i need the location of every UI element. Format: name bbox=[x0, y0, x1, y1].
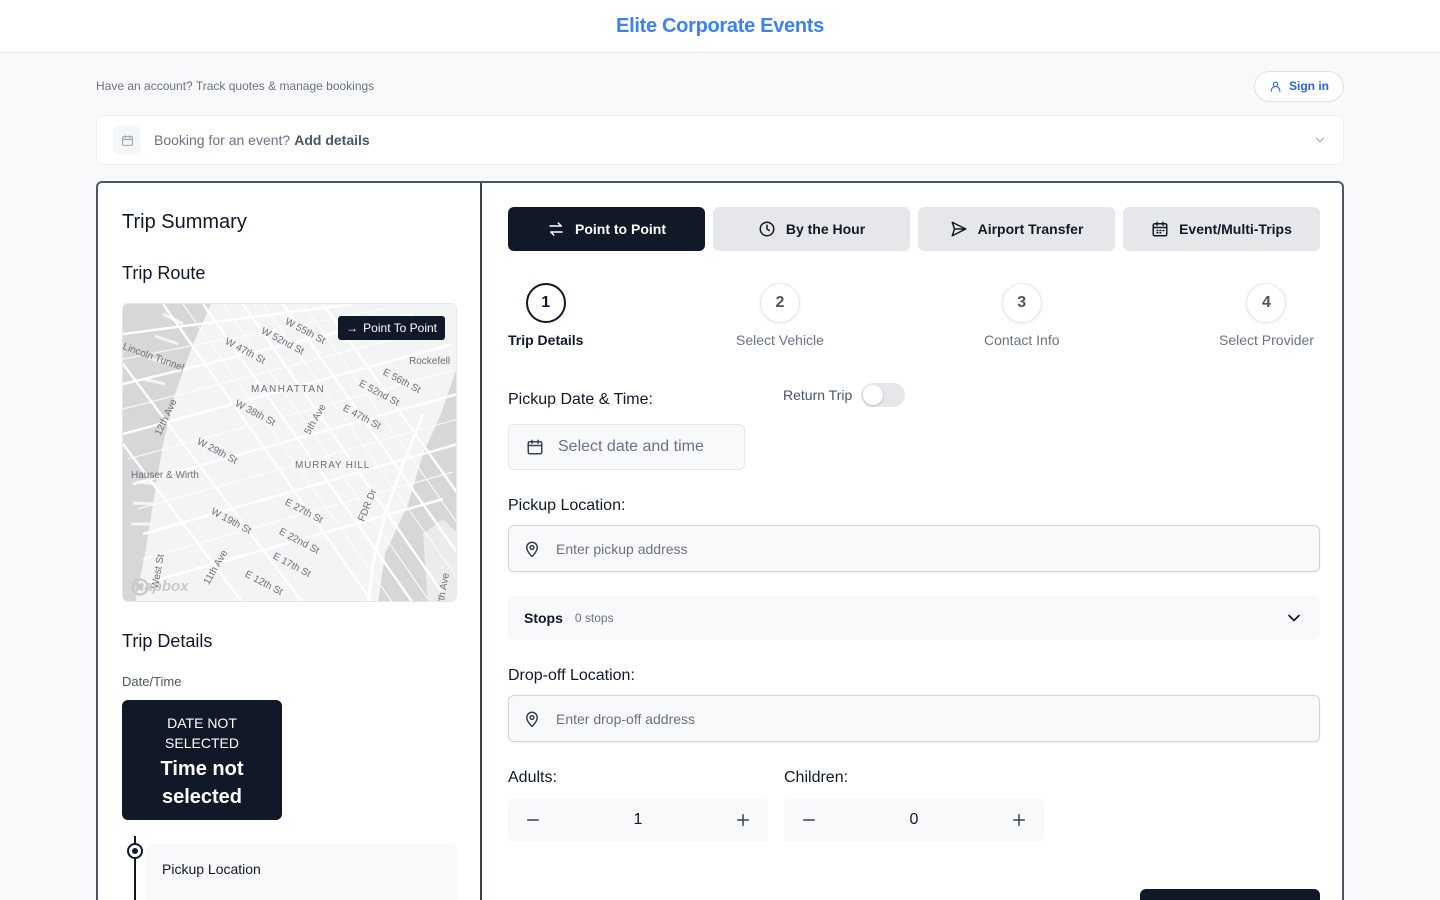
plus-icon bbox=[1013, 814, 1025, 826]
route-map[interactable]: → Point To Point W 55th St W 52nd St W 4… bbox=[122, 303, 457, 602]
mapbox-logo: mapbox bbox=[131, 578, 189, 596]
arrows-swap-icon bbox=[549, 222, 563, 236]
sign-in-label: Sign in bbox=[1289, 79, 1329, 93]
send-icon bbox=[951, 221, 967, 237]
account-prompt: Have an account? Track quotes & manage b… bbox=[96, 79, 375, 93]
tab-by-the-hour[interactable]: By the Hour bbox=[713, 207, 910, 251]
booking-form-panel: Point to Point By the Hour Airport Trans… bbox=[484, 183, 1342, 900]
map-route-type-badge: → Point To Point bbox=[338, 316, 445, 340]
plus-icon bbox=[737, 814, 749, 826]
date-value: DATE NOT SELECTED bbox=[165, 715, 239, 751]
step-number: 3 bbox=[1001, 283, 1042, 323]
minus-icon bbox=[527, 819, 539, 821]
dropoff-location-label: Drop-off Location: bbox=[508, 667, 635, 684]
event-details-bar[interactable]: Booking for an event? Add details bbox=[96, 115, 1344, 165]
add-event-details-link[interactable]: Add details bbox=[294, 132, 369, 148]
step-label: Trip Details bbox=[508, 332, 584, 348]
account-row: Have an account? Track quotes & manage b… bbox=[96, 70, 1344, 102]
map-label: Hauser & Wirth bbox=[131, 470, 199, 481]
step-number: 2 bbox=[759, 283, 800, 323]
pickup-location-summary: Pickup Location bbox=[146, 844, 457, 900]
pickup-marker-icon bbox=[127, 843, 143, 859]
step-number: 4 bbox=[1246, 283, 1287, 323]
trip-summary-title: Trip Summary bbox=[122, 211, 247, 233]
adults-count: 1 bbox=[633, 811, 643, 828]
user-icon bbox=[1270, 81, 1281, 92]
stops-count: 0 stops bbox=[574, 611, 614, 625]
calendar-icon bbox=[1152, 221, 1168, 237]
step-contact-info[interactable]: 3 Contact Info bbox=[984, 283, 1060, 348]
map-pin-icon bbox=[526, 541, 538, 557]
booking-card: Trip Summary Trip Route → Point To Point… bbox=[96, 181, 1344, 900]
children-decrement-button[interactable] bbox=[800, 811, 818, 829]
children-increment-button[interactable] bbox=[1010, 811, 1028, 829]
event-prompt: Booking for an event? bbox=[154, 132, 291, 148]
adults-decrement-button[interactable] bbox=[524, 811, 542, 829]
pickup-location-summary-label: Pickup Location bbox=[162, 861, 261, 877]
clock-icon bbox=[759, 221, 775, 237]
trip-details-title: Trip Details bbox=[122, 631, 213, 651]
pickup-address-input[interactable]: Enter pickup address bbox=[508, 525, 1320, 572]
pickup-datetime-input[interactable]: Select date and time bbox=[508, 424, 745, 470]
map-label: MURRAY HILL bbox=[295, 460, 371, 471]
step-select-vehicle[interactable]: 2 Select Vehicle bbox=[736, 283, 824, 348]
stops-label: Stops bbox=[524, 610, 563, 626]
adults-increment-button[interactable] bbox=[734, 811, 752, 829]
step-label: Contact Info bbox=[984, 332, 1060, 348]
top-header: Elite Corporate Events bbox=[0, 0, 1440, 53]
calendar-icon bbox=[113, 126, 141, 154]
trip-summary-panel: Trip Summary Trip Route → Point To Point… bbox=[98, 183, 482, 900]
return-trip-toggle[interactable] bbox=[861, 383, 906, 407]
sign-in-button[interactable]: Sign in bbox=[1254, 70, 1344, 102]
return-trip-control: Return Trip bbox=[783, 383, 906, 407]
map-pin-icon bbox=[526, 711, 538, 727]
children-label: Children: bbox=[784, 769, 849, 786]
step-label: Select Provider bbox=[1219, 332, 1314, 348]
step-label: Select Vehicle bbox=[736, 332, 824, 348]
children-stepper: 0 bbox=[784, 798, 1044, 842]
adults-label: Adults: bbox=[508, 769, 557, 786]
pickup-datetime-label: Pickup Date & Time: bbox=[508, 391, 653, 408]
chevron-down-icon[interactable] bbox=[1313, 133, 1327, 147]
pickup-address-placeholder: Enter pickup address bbox=[556, 540, 688, 557]
dropoff-address-input[interactable]: Enter drop-off address bbox=[508, 695, 1320, 742]
service-type-tabs: Point to Point By the Hour Airport Trans… bbox=[508, 207, 1320, 251]
children-count: 0 bbox=[909, 811, 919, 828]
datetime-label: Date/Time bbox=[122, 674, 182, 689]
step-trip-details[interactable]: 1 Trip Details bbox=[508, 283, 583, 348]
datetime-summary-card: DATE NOT SELECTED Time not selected bbox=[122, 700, 282, 820]
time-value: Time not selected bbox=[160, 758, 244, 808]
chevron-down-icon[interactable] bbox=[1284, 608, 1304, 628]
return-trip-label: Return Trip bbox=[783, 387, 853, 403]
pickup-location-label: Pickup Location: bbox=[508, 497, 626, 514]
tab-point-to-point[interactable]: Point to Point bbox=[508, 207, 705, 251]
tab-airport-transfer[interactable]: Airport Transfer bbox=[918, 207, 1115, 251]
brand-title[interactable]: Elite Corporate Events bbox=[616, 15, 824, 38]
map-label: MANHATTAN bbox=[251, 384, 326, 395]
map-label: Rockefell bbox=[409, 356, 451, 367]
datetime-placeholder: Select date and time bbox=[558, 438, 704, 455]
arrow-right-icon: → bbox=[346, 321, 359, 335]
stops-accordion[interactable]: Stops 0 stops bbox=[508, 596, 1320, 640]
next-step-button[interactable] bbox=[1140, 889, 1320, 900]
dropoff-address-placeholder: Enter drop-off address bbox=[556, 710, 696, 727]
tab-event-multi-trips[interactable]: Event/Multi-Trips bbox=[1123, 207, 1320, 251]
mapbox-logo-icon bbox=[131, 578, 149, 596]
minus-icon bbox=[803, 819, 815, 821]
trip-route-title: Trip Route bbox=[122, 263, 206, 283]
adults-stepper: 1 bbox=[508, 798, 768, 842]
calendar-icon bbox=[527, 439, 543, 455]
booking-stepper: 1 Trip Details 2 Select Vehicle 3 Contac… bbox=[508, 283, 1320, 353]
step-number: 1 bbox=[525, 283, 566, 323]
step-select-provider[interactable]: 4 Select Provider bbox=[1219, 283, 1314, 348]
